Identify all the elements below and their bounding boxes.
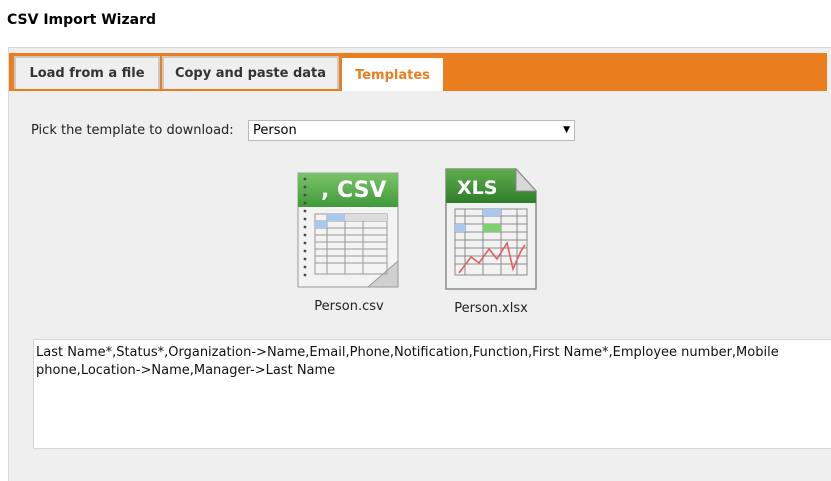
wizard-title: CSV Import Wizard — [7, 12, 156, 28]
csv-download-link[interactable]: , CSV Person.csv — [293, 169, 405, 314]
csv-file-icon: , CSV — [293, 172, 405, 295]
tab-label: Copy and paste data — [174, 66, 327, 81]
csv-badge: , CSV — [321, 178, 386, 203]
tab-label: Templates — [355, 68, 430, 83]
xlsx-download-link[interactable]: XLS Person.xlsx — [441, 165, 541, 316]
tab-label: Load from a file — [29, 66, 145, 81]
xls-file-icon: XLS — [441, 167, 541, 297]
template-preview-textarea[interactable]: Last Name*,Status*,Organization->Name,Em… — [33, 339, 831, 449]
xls-badge: XLS — [457, 177, 497, 199]
tab-copy-paste[interactable]: Copy and paste data — [162, 56, 339, 89]
tab-load-from-file[interactable]: Load from a file — [14, 56, 160, 89]
chevron-down-icon: ▼ — [563, 125, 570, 135]
xlsx-file-name: Person.xlsx — [454, 301, 528, 316]
tab-templates[interactable]: Templates — [342, 58, 443, 91]
template-select[interactable]: Person ▼ — [248, 120, 575, 141]
tab-bar: Load from a file Copy and paste data Tem… — [9, 53, 827, 91]
csv-file-name: Person.csv — [314, 299, 384, 314]
template-select-value: Person — [253, 123, 297, 138]
template-picker-label: Pick the template to download: — [31, 123, 234, 138]
wizard-panel: Load from a file Copy and paste data Tem… — [8, 47, 831, 481]
